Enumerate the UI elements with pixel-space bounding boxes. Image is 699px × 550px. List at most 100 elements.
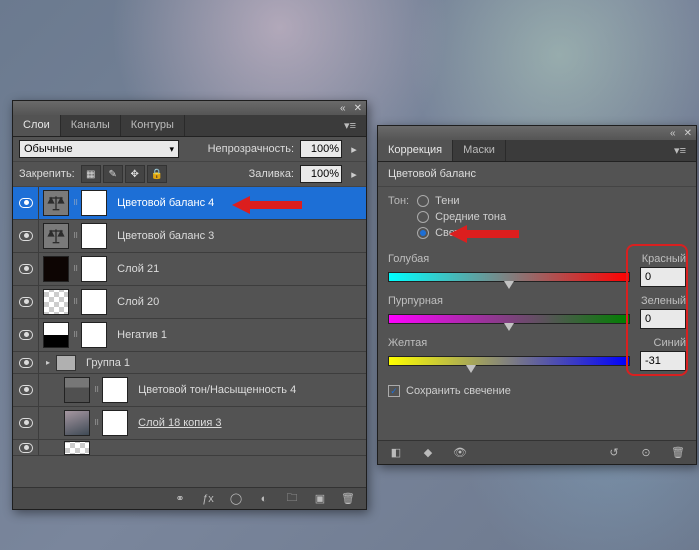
layer-thumbnail[interactable] xyxy=(43,223,69,249)
layer-mask-thumbnail[interactable] xyxy=(81,223,107,249)
delete-icon[interactable]: 🗑 xyxy=(670,446,686,459)
eye-icon xyxy=(19,198,33,208)
correction-panel-titlebar[interactable]: « ✕ xyxy=(378,126,696,140)
slider-value-field[interactable]: 0 xyxy=(640,267,686,287)
chevron-right-icon[interactable]: ▸ xyxy=(348,168,360,181)
disclose-icon[interactable]: ▸ xyxy=(43,358,53,367)
collapse-icon[interactable]: « xyxy=(670,128,676,139)
preserve-luminosity-checkbox[interactable]: ✓ Сохранить свечение xyxy=(378,371,696,397)
visibility-toggle[interactable] xyxy=(13,286,39,318)
layer-thumbnail[interactable] xyxy=(43,322,69,348)
slider-value-field[interactable]: -31 xyxy=(640,351,686,371)
visibility-toggle[interactable] xyxy=(13,374,39,406)
layer-row[interactable]: ⠿Негатив 1 xyxy=(13,319,366,352)
layers-panel-titlebar[interactable]: « ✕ xyxy=(13,101,366,115)
tone-midtones-radio[interactable]: Средние тона xyxy=(417,209,506,225)
layer-thumbnail[interactable] xyxy=(64,410,90,436)
add-mask-icon[interactable]: ◯ xyxy=(228,492,244,505)
layer-thumbnail[interactable] xyxy=(43,289,69,315)
layer-name-label[interactable]: Цветовой баланс 3 xyxy=(111,230,360,242)
slider-handle-icon[interactable] xyxy=(504,323,514,331)
visibility-toggle[interactable] xyxy=(13,407,39,439)
tone-shadows-radio[interactable]: Тени xyxy=(417,193,506,209)
tab-paths[interactable]: Контуры xyxy=(121,115,185,136)
reset-icon[interactable]: ↺ xyxy=(606,446,622,459)
layer-mask-thumbnail[interactable] xyxy=(81,289,107,315)
lock-transparency-icon[interactable]: ▦ xyxy=(81,165,101,183)
tab-masks[interactable]: Маски xyxy=(453,140,506,161)
color-slider-track[interactable] xyxy=(388,272,630,282)
chevron-right-icon[interactable]: ▸ xyxy=(348,143,360,156)
tab-layers[interactable]: Слои xyxy=(13,115,61,136)
layer-thumbnail[interactable] xyxy=(43,256,69,282)
layer-name-label[interactable]: Цветовой баланс 4 xyxy=(111,197,360,209)
visibility-toggle[interactable] xyxy=(13,187,39,219)
fill-field[interactable]: 100% xyxy=(300,165,342,183)
collapse-icon[interactable]: « xyxy=(340,103,346,114)
tone-highlights-radio[interactable]: Света xyxy=(417,225,506,241)
layer-name-label[interactable]: Слой 21 xyxy=(111,263,360,275)
color-slider-track[interactable] xyxy=(388,314,630,324)
layer-row[interactable]: ⠿Слой 21 xyxy=(13,253,366,286)
layer-row[interactable] xyxy=(13,440,366,456)
opacity-field[interactable]: 100% xyxy=(300,140,342,158)
clip-to-layer-icon[interactable]: ◆ xyxy=(420,446,436,459)
link-layers-icon[interactable]: ⚭ xyxy=(172,492,188,505)
layer-style-icon[interactable]: ƒx xyxy=(200,493,216,505)
correction-panel: « ✕ Коррекция Маски ▾≡ Цветовой баланс Т… xyxy=(377,125,697,465)
panel-menu-icon[interactable]: ▾≡ xyxy=(664,140,696,161)
close-icon[interactable]: ✕ xyxy=(354,103,362,114)
close-icon[interactable]: ✕ xyxy=(684,128,692,139)
new-group-icon[interactable]: 🗀 xyxy=(284,489,300,508)
tab-correction[interactable]: Коррекция xyxy=(378,140,453,161)
visibility-toggle[interactable] xyxy=(13,220,39,252)
color-slider-block: ЖелтаяСиний-31 xyxy=(378,329,696,371)
slider-left-label: Голубая xyxy=(388,253,429,265)
blend-mode-select[interactable]: Обычные xyxy=(19,140,179,158)
tab-channels[interactable]: Каналы xyxy=(61,115,121,136)
view-previous-icon[interactable]: 👁 xyxy=(452,446,468,459)
visibility-toggle[interactable] xyxy=(13,352,39,373)
delete-layer-icon[interactable]: 🗑 xyxy=(340,492,356,505)
layer-name-label[interactable]: Слой 20 xyxy=(111,296,360,308)
layer-mask-thumbnail[interactable] xyxy=(102,377,128,403)
color-slider-track[interactable] xyxy=(388,356,630,366)
visibility-toggle[interactable] xyxy=(13,253,39,285)
layer-name-label[interactable]: Цветовой тон/Насыщенность 4 xyxy=(132,384,360,396)
adjustment-layer-icon[interactable]: ◐ xyxy=(256,493,272,505)
panel-menu-icon[interactable]: ▾≡ xyxy=(334,115,366,136)
layer-thumbnail[interactable] xyxy=(64,377,90,403)
layer-row[interactable]: ⠿Слой 20 xyxy=(13,286,366,319)
layer-name-label[interactable]: Слой 18 копия 3 xyxy=(132,417,360,429)
eye-icon xyxy=(19,385,33,395)
new-layer-icon[interactable]: ▣ xyxy=(312,492,328,505)
opacity-label: Непрозрачность: xyxy=(208,143,294,155)
lock-position-icon[interactable]: ✥ xyxy=(125,165,145,183)
layer-name-label[interactable]: Группа 1 xyxy=(80,357,360,369)
layer-name-label[interactable]: Негатив 1 xyxy=(111,329,360,341)
blend-opacity-row: Обычные Непрозрачность: 100% ▸ xyxy=(13,137,366,162)
layer-mask-thumbnail[interactable] xyxy=(81,190,107,216)
slider-handle-icon[interactable] xyxy=(504,281,514,289)
layer-row[interactable]: ▸ Группа 1 xyxy=(13,352,366,374)
lock-pixels-icon[interactable]: ✎ xyxy=(103,165,123,183)
layer-row[interactable]: ⠿Цветовой баланс 3 xyxy=(13,220,366,253)
slider-value-field[interactable]: 0 xyxy=(640,309,686,329)
toggle-visibility-icon[interactable]: ◧ xyxy=(388,446,404,459)
checkbox-icon: ✓ xyxy=(388,385,400,397)
tone-midtones-label: Средние тона xyxy=(435,211,506,223)
lock-all-icon[interactable]: 🔒 xyxy=(147,165,167,183)
layer-mask-thumbnail[interactable] xyxy=(81,256,107,282)
eye-icon xyxy=(19,418,33,428)
slider-handle-icon[interactable] xyxy=(466,365,476,373)
layer-row[interactable]: ⠿Слой 18 копия 3 xyxy=(13,407,366,440)
visibility-toggle[interactable] xyxy=(13,319,39,351)
layer-row[interactable]: ⠿Цветовой баланс 4 xyxy=(13,187,366,220)
layer-row[interactable]: ⠿Цветовой тон/Насыщенность 4 xyxy=(13,374,366,407)
eye-icon xyxy=(19,330,33,340)
layer-thumbnail[interactable] xyxy=(43,190,69,216)
reset-to-default-icon[interactable]: ⊙ xyxy=(638,446,654,459)
layer-list[interactable]: ⠿Цветовой баланс 4⠿Цветовой баланс 3⠿Сло… xyxy=(13,187,366,487)
layer-mask-thumbnail[interactable] xyxy=(102,410,128,436)
layer-mask-thumbnail[interactable] xyxy=(81,322,107,348)
